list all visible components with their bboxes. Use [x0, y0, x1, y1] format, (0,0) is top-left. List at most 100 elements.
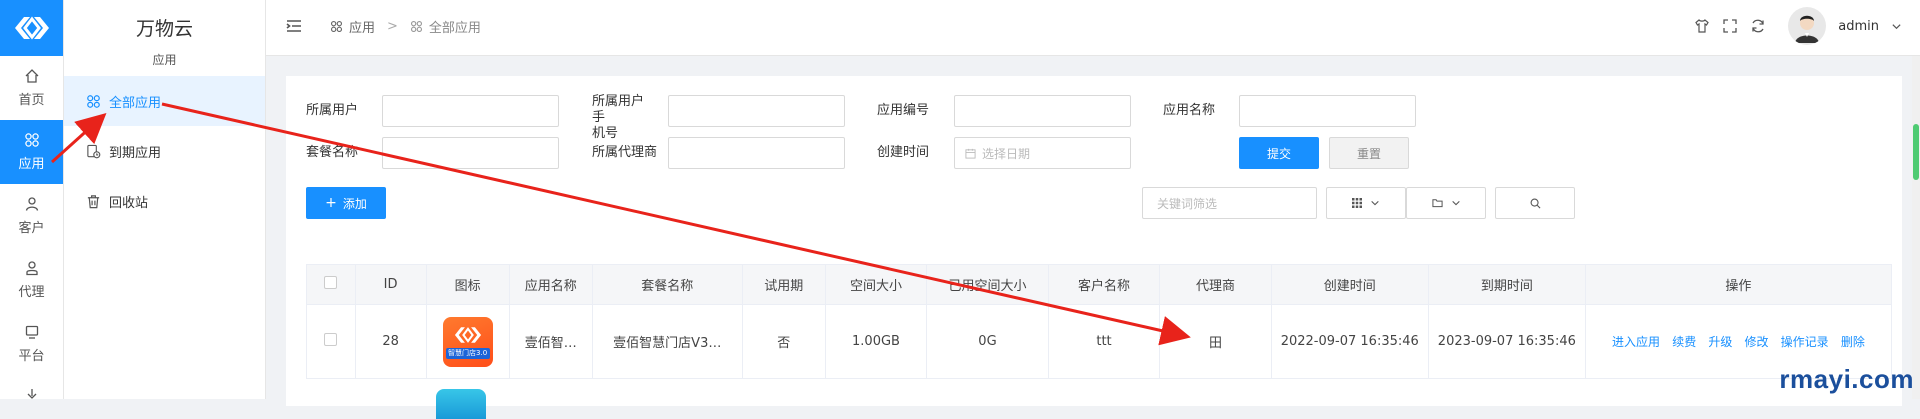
rail-item-customers[interactable]: 客户 — [0, 184, 63, 248]
row-select-cell — [306, 304, 356, 379]
rail-item-home[interactable]: 首页 — [0, 56, 63, 120]
breadcrumb-item: 全部应用 — [428, 20, 481, 36]
filter-label-app-name: 应用名称 — [1163, 103, 1216, 118]
folder-icon — [1431, 199, 1443, 208]
filter-label-app-no: 应用编号 — [877, 103, 930, 118]
column-header: 应用名称 — [508, 264, 593, 305]
icon-rail: 首页 应用 客户 代理 平台 — [0, 0, 64, 399]
cell-trial: 否 — [741, 304, 826, 379]
upgrade-link[interactable]: 升级 — [1708, 335, 1732, 349]
renew-link[interactable]: 续费 — [1672, 335, 1696, 349]
chevron-down-icon[interactable] — [1891, 21, 1902, 32]
logo-icon — [454, 326, 481, 343]
column-header: 客户名称 — [1047, 264, 1161, 305]
cell-created: 2022-09-07 16:35:46 — [1270, 304, 1429, 379]
filter-label-agent: 所属代理商 — [592, 145, 658, 160]
more-icon — [27, 389, 36, 399]
sidebar-item-all-apps[interactable]: 全部应用 — [64, 76, 265, 126]
filter-label-package: 套餐名称 — [306, 145, 359, 160]
fullscreen-icon[interactable] — [1722, 18, 1738, 34]
columns-toggle[interactable] — [1326, 187, 1406, 219]
filter-label-created: 创建时间 — [877, 145, 930, 160]
agent-input[interactable] — [668, 137, 845, 169]
sidebar-item-label: 到期应用 — [109, 145, 162, 161]
owner-phone-input[interactable] — [668, 95, 845, 127]
column-header: 代理商 — [1159, 264, 1272, 305]
add-button[interactable]: + 添加 — [306, 187, 386, 219]
column-header: 到期时间 — [1427, 264, 1586, 305]
chevron-down-icon — [1371, 200, 1379, 206]
export-toggle[interactable] — [1406, 187, 1486, 219]
scrollbar-thumb[interactable] — [1913, 124, 1919, 180]
chevron-down-icon — [1451, 200, 1460, 206]
edit-link[interactable]: 修改 — [1745, 335, 1769, 349]
column-header: 空间大小 — [824, 264, 928, 305]
apps-icon — [24, 133, 39, 147]
logo-icon — [14, 16, 49, 40]
avatar-icon — [1795, 15, 1820, 43]
cell-customer: ttt — [1047, 304, 1161, 379]
row-checkbox[interactable] — [324, 333, 338, 346]
page-scrollbar[interactable] — [1912, 56, 1920, 399]
rail-item-apps[interactable]: 应用 — [0, 120, 63, 184]
watermark: rmayi.com — [1779, 364, 1914, 394]
app-logo: 智慧门店3.0 — [442, 316, 493, 367]
plus-icon: + — [325, 195, 337, 211]
rail-item-label: 平台 — [18, 349, 45, 364]
select-all-checkbox[interactable] — [324, 276, 338, 289]
operation-log-link[interactable]: 操作记录 — [1781, 335, 1829, 349]
keyword-filter-input[interactable]: 关键词筛选 — [1142, 187, 1317, 219]
monitor-icon — [25, 325, 38, 339]
sidebar-item-expired[interactable]: 到期应用 — [64, 126, 265, 176]
rail-item-more[interactable] — [0, 376, 63, 416]
sidebar-item-recycle[interactable]: 回收站 — [64, 176, 265, 226]
package-name-input[interactable] — [382, 137, 559, 169]
logo[interactable] — [0, 0, 63, 56]
reset-button[interactable]: 重置 — [1329, 137, 1409, 169]
sidebar-item-label: 回收站 — [109, 195, 149, 211]
apps-icon — [330, 20, 343, 32]
cell-space: 1.00GB — [824, 304, 928, 379]
cell-id: 28 — [354, 304, 427, 379]
filter-label-owner: 所属用户 — [306, 103, 359, 118]
column-header: 试用期 — [741, 264, 826, 305]
table-row: 28 智慧门店3.0 壹佰智… 壹佰智慧门店V3… 否 1.00GB 0G tt… — [306, 304, 1893, 379]
submit-button[interactable]: 提交 — [1239, 137, 1319, 169]
rail-item-agents[interactable]: 代理 — [0, 248, 63, 312]
delete-link[interactable]: 删除 — [1841, 335, 1865, 349]
breadcrumb-separator: > — [387, 18, 398, 34]
app-name-input[interactable] — [1239, 95, 1416, 127]
breadcrumb-item[interactable]: 应用 — [349, 17, 375, 36]
apps-table: ID 图标 应用名称 套餐名称 试用期 空间大小 已用空间大小 客户名称 代理商… — [306, 264, 1893, 379]
agent-icon — [25, 261, 38, 276]
search-button[interactable] — [1495, 187, 1575, 219]
table-row — [306, 378, 1892, 419]
rail-item-label: 应用 — [18, 157, 45, 172]
rail-item-platform[interactable]: 平台 — [0, 312, 63, 376]
rail-item-label: 首页 — [18, 93, 45, 108]
sidebar-item-label: 全部应用 — [109, 95, 162, 111]
expire-icon — [87, 144, 101, 158]
owner-user-input[interactable] — [382, 95, 559, 127]
app-logo-caption: 智慧门店3.0 — [445, 347, 490, 359]
menu-fold-icon[interactable] — [286, 19, 302, 33]
trash-icon — [87, 194, 100, 208]
breadcrumb: 应用 > 全部应用 — [286, 0, 481, 52]
calendar-icon — [965, 148, 976, 159]
avatar[interactable] — [1788, 7, 1827, 45]
column-header: 已用空间大小 — [926, 264, 1049, 305]
rail-item-label: 代理 — [18, 285, 45, 300]
app-no-input[interactable] — [954, 95, 1131, 127]
cell-used: 0G — [926, 304, 1049, 379]
filter-label-phone: 所属用户手 机号 — [592, 94, 645, 141]
enter-app-link[interactable]: 进入应用 — [1612, 335, 1660, 349]
refresh-icon[interactable] — [1750, 18, 1766, 34]
cell-app-name: 壹佰智… — [508, 304, 593, 379]
date-picker[interactable]: 选择日期 — [954, 137, 1131, 169]
grid-icon — [1352, 198, 1362, 208]
cell-agent: 田 — [1159, 304, 1272, 379]
username[interactable]: admin — [1838, 19, 1879, 34]
tshirt-icon[interactable] — [1694, 18, 1710, 34]
apps-icon — [410, 20, 422, 32]
sidebar-header: 万物云 应用 — [64, 0, 265, 76]
